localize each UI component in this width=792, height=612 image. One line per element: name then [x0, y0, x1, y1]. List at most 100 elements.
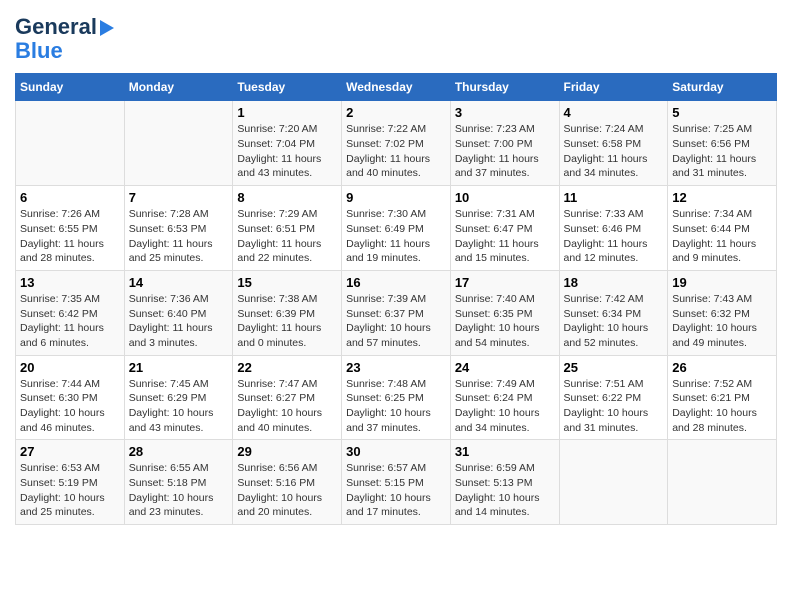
day-info: Sunrise: 7:30 AM Sunset: 6:49 PM Dayligh…	[346, 207, 446, 266]
day-info: Sunrise: 7:23 AM Sunset: 7:00 PM Dayligh…	[455, 122, 555, 181]
day-info: Sunrise: 7:40 AM Sunset: 6:35 PM Dayligh…	[455, 292, 555, 351]
day-number: 27	[20, 444, 120, 459]
calendar-cell	[124, 101, 233, 186]
day-info: Sunrise: 6:59 AM Sunset: 5:13 PM Dayligh…	[455, 461, 555, 520]
weekday-header-sunday: Sunday	[16, 74, 125, 101]
day-number: 7	[129, 190, 229, 205]
logo-arrow-icon	[100, 20, 114, 36]
day-number: 11	[564, 190, 664, 205]
day-number: 23	[346, 360, 446, 375]
calendar-cell: 20 Sunrise: 7:44 AM Sunset: 6:30 PM Dayli…	[16, 355, 125, 440]
calendar-cell: 9 Sunrise: 7:30 AM Sunset: 6:49 PM Daylig…	[342, 186, 451, 271]
day-info: Sunrise: 7:36 AM Sunset: 6:40 PM Dayligh…	[129, 292, 229, 351]
day-number: 30	[346, 444, 446, 459]
calendar-cell: 30Sunrise: 6:57 AM Sunset: 5:15 PM Dayli…	[342, 440, 451, 525]
day-number: 20	[20, 360, 120, 375]
day-number: 13	[20, 275, 120, 290]
calendar-cell: 7Sunrise: 7:28 AM Sunset: 6:53 PM Daylig…	[124, 186, 233, 271]
week-row-5: 27 Sunrise: 6:53 AM Sunset: 5:19 PM Dayli…	[16, 440, 777, 525]
day-number: 29	[237, 444, 337, 459]
weekday-header-wednesday: Wednesday	[342, 74, 451, 101]
day-number: 12	[672, 190, 772, 205]
day-info: Sunrise: 7:45 AM Sunset: 6:29 PM Dayligh…	[129, 377, 229, 436]
day-info: Sunrise: 7:33 AM Sunset: 6:46 PM Dayligh…	[564, 207, 664, 266]
day-info: Sunrise: 7:31 AM Sunset: 6:47 PM Dayligh…	[455, 207, 555, 266]
calendar-cell: 8 Sunrise: 7:29 AM Sunset: 6:51 PM Daylig…	[233, 186, 342, 271]
weekday-header-thursday: Thursday	[450, 74, 559, 101]
weekday-header-monday: Monday	[124, 74, 233, 101]
day-number: 8	[237, 190, 337, 205]
day-info: Sunrise: 7:34 AM Sunset: 6:44 PM Dayligh…	[672, 207, 772, 266]
day-number: 25	[564, 360, 664, 375]
day-number: 10	[455, 190, 555, 205]
calendar-cell: 26Sunrise: 7:52 AM Sunset: 6:21 PM Dayli…	[668, 355, 777, 440]
calendar-cell: 4Sunrise: 7:24 AM Sunset: 6:58 PM Daylig…	[559, 101, 668, 186]
day-info: Sunrise: 6:53 AM Sunset: 5:19 PM Dayligh…	[20, 461, 120, 520]
weekday-header-friday: Friday	[559, 74, 668, 101]
calendar-cell: 1Sunrise: 7:20 AM Sunset: 7:04 PM Daylig…	[233, 101, 342, 186]
calendar-cell: 29 Sunrise: 6:56 AM Sunset: 5:16 PM Dayli…	[233, 440, 342, 525]
calendar-cell: 31 Sunrise: 6:59 AM Sunset: 5:13 PM Dayli…	[450, 440, 559, 525]
calendar-cell: 24Sunrise: 7:49 AM Sunset: 6:24 PM Dayli…	[450, 355, 559, 440]
calendar-cell: 27 Sunrise: 6:53 AM Sunset: 5:19 PM Dayli…	[16, 440, 125, 525]
day-info: Sunrise: 6:55 AM Sunset: 5:18 PM Dayligh…	[129, 461, 229, 520]
calendar-cell: 3 Sunrise: 7:23 AM Sunset: 7:00 PM Daylig…	[450, 101, 559, 186]
day-info: Sunrise: 7:22 AM Sunset: 7:02 PM Dayligh…	[346, 122, 446, 181]
calendar-cell: 10 Sunrise: 7:31 AM Sunset: 6:47 PM Dayli…	[450, 186, 559, 271]
day-number: 9	[346, 190, 446, 205]
day-number: 21	[129, 360, 229, 375]
week-row-1: 1Sunrise: 7:20 AM Sunset: 7:04 PM Daylig…	[16, 101, 777, 186]
day-info: Sunrise: 6:56 AM Sunset: 5:16 PM Dayligh…	[237, 461, 337, 520]
week-row-2: 6Sunrise: 7:26 AM Sunset: 6:55 PM Daylig…	[16, 186, 777, 271]
day-number: 1	[237, 105, 337, 120]
day-number: 2	[346, 105, 446, 120]
calendar-cell: 5 Sunrise: 7:25 AM Sunset: 6:56 PM Daylig…	[668, 101, 777, 186]
calendar-cell: 21 Sunrise: 7:45 AM Sunset: 6:29 PM Dayli…	[124, 355, 233, 440]
day-info: Sunrise: 7:44 AM Sunset: 6:30 PM Dayligh…	[20, 377, 120, 436]
day-number: 4	[564, 105, 664, 120]
day-info: Sunrise: 7:51 AM Sunset: 6:22 PM Dayligh…	[564, 377, 664, 436]
logo: General Blue	[15, 15, 114, 63]
day-info: Sunrise: 7:29 AM Sunset: 6:51 PM Dayligh…	[237, 207, 337, 266]
calendar-cell: 6Sunrise: 7:26 AM Sunset: 6:55 PM Daylig…	[16, 186, 125, 271]
weekday-header-saturday: Saturday	[668, 74, 777, 101]
day-number: 26	[672, 360, 772, 375]
day-info: Sunrise: 7:42 AM Sunset: 6:34 PM Dayligh…	[564, 292, 664, 351]
day-info: Sunrise: 7:25 AM Sunset: 6:56 PM Dayligh…	[672, 122, 772, 181]
week-row-3: 13 Sunrise: 7:35 AM Sunset: 6:42 PM Dayli…	[16, 270, 777, 355]
calendar-cell: 28Sunrise: 6:55 AM Sunset: 5:18 PM Dayli…	[124, 440, 233, 525]
calendar-cell: 19Sunrise: 7:43 AM Sunset: 6:32 PM Dayli…	[668, 270, 777, 355]
calendar-cell: 15 Sunrise: 7:38 AM Sunset: 6:39 PM Dayli…	[233, 270, 342, 355]
day-info: Sunrise: 7:48 AM Sunset: 6:25 PM Dayligh…	[346, 377, 446, 436]
day-info: Sunrise: 7:38 AM Sunset: 6:39 PM Dayligh…	[237, 292, 337, 351]
calendar-cell	[668, 440, 777, 525]
calendar-cell: 18 Sunrise: 7:42 AM Sunset: 6:34 PM Dayli…	[559, 270, 668, 355]
day-number: 17	[455, 275, 555, 290]
calendar-cell: 17 Sunrise: 7:40 AM Sunset: 6:35 PM Dayli…	[450, 270, 559, 355]
logo-general: General	[15, 15, 97, 39]
weekday-header-tuesday: Tuesday	[233, 74, 342, 101]
day-info: Sunrise: 7:35 AM Sunset: 6:42 PM Dayligh…	[20, 292, 120, 351]
calendar-cell: 23 Sunrise: 7:48 AM Sunset: 6:25 PM Dayli…	[342, 355, 451, 440]
day-number: 3	[455, 105, 555, 120]
day-number: 24	[455, 360, 555, 375]
calendar-cell: 16 Sunrise: 7:39 AM Sunset: 6:37 PM Dayli…	[342, 270, 451, 355]
day-number: 15	[237, 275, 337, 290]
day-number: 22	[237, 360, 337, 375]
calendar-table: SundayMondayTuesdayWednesdayThursdayFrid…	[15, 73, 777, 525]
calendar-cell: 13 Sunrise: 7:35 AM Sunset: 6:42 PM Dayli…	[16, 270, 125, 355]
day-number: 19	[672, 275, 772, 290]
page-header: General Blue	[15, 15, 777, 63]
calendar-cell	[16, 101, 125, 186]
day-info: Sunrise: 7:39 AM Sunset: 6:37 PM Dayligh…	[346, 292, 446, 351]
logo-blue: Blue	[15, 38, 63, 63]
day-number: 31	[455, 444, 555, 459]
day-number: 16	[346, 275, 446, 290]
day-number: 5	[672, 105, 772, 120]
calendar-cell: 14Sunrise: 7:36 AM Sunset: 6:40 PM Dayli…	[124, 270, 233, 355]
calendar-cell: 22Sunrise: 7:47 AM Sunset: 6:27 PM Dayli…	[233, 355, 342, 440]
day-info: Sunrise: 7:26 AM Sunset: 6:55 PM Dayligh…	[20, 207, 120, 266]
calendar-cell	[559, 440, 668, 525]
day-number: 18	[564, 275, 664, 290]
calendar-cell: 2 Sunrise: 7:22 AM Sunset: 7:02 PM Daylig…	[342, 101, 451, 186]
